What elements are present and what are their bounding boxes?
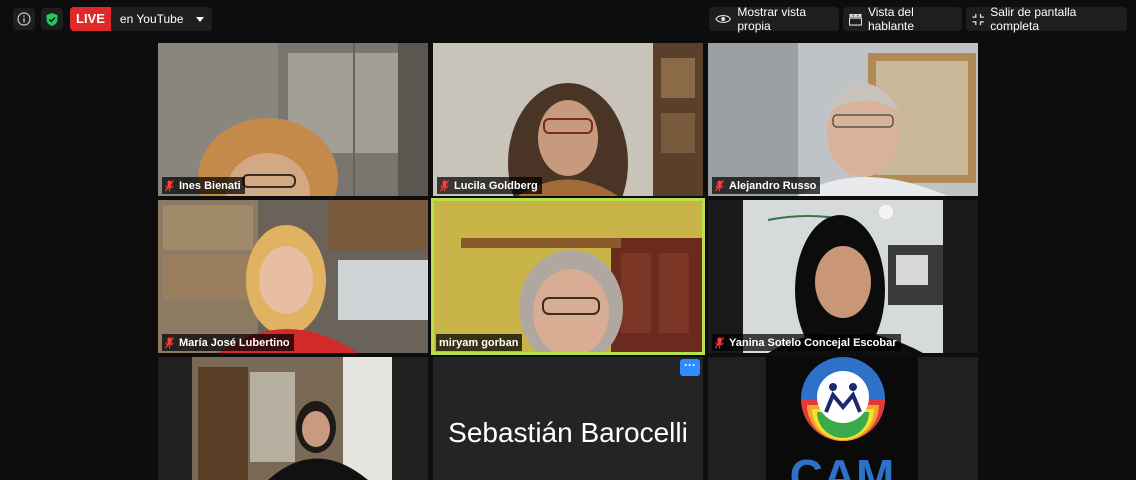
- video-tile-maria-jose-lubertino[interactable]: María José Lubertino: [158, 200, 428, 353]
- video-tile-yanina-sotelo[interactable]: Yanina Sotelo Concejal Escobar: [708, 200, 978, 353]
- live-destination: en YouTube: [119, 12, 184, 26]
- participant-name-label: Ines Bienati: [162, 177, 245, 194]
- chevron-down-icon: [195, 16, 204, 22]
- info-icon[interactable]: [13, 8, 35, 30]
- exit-fullscreen-icon: [972, 13, 984, 25]
- mic-muted-icon: [715, 179, 724, 191]
- speaker-view-button[interactable]: Vista del hablante: [843, 5, 962, 33]
- participant-name-label: Alejandro Russo: [712, 177, 821, 194]
- video-tile-lucila-goldberg[interactable]: Lucila Goldberg: [433, 43, 703, 196]
- participant-video: [708, 200, 978, 353]
- mic-muted-icon: [165, 179, 174, 191]
- eye-icon: [715, 15, 732, 23]
- participant-name-display: Sebastián Barocelli: [448, 417, 688, 448]
- mic-muted-icon: [165, 336, 174, 348]
- speaker-view-icon: [849, 13, 862, 26]
- meeting-top-bar: LIVE en YouTube Mostrar vista propia Vis…: [0, 0, 1136, 40]
- security-shield-icon[interactable]: [41, 8, 63, 30]
- show-own-view-label: Mostrar vista propia: [737, 5, 807, 33]
- speaker-view-label: Vista del hablante: [867, 5, 914, 33]
- cam-logo-text: CAM: [789, 450, 895, 480]
- participant-name-label: María José Lubertino: [162, 334, 294, 351]
- mic-muted-icon: [440, 179, 449, 191]
- show-own-view-button[interactable]: Mostrar vista propia: [709, 5, 839, 33]
- video-tile-miryam-gorban[interactable]: miryam gorban: [431, 198, 705, 355]
- participant-name-label: Yanina Sotelo Concejal Escobar: [712, 334, 901, 351]
- exit-fullscreen-label: Salir de pantalla completa: [990, 5, 1077, 33]
- participant-video: [158, 43, 428, 196]
- mic-muted-icon: [715, 336, 724, 348]
- participant-video: [433, 43, 703, 196]
- participant-name-label: miryam gorban: [436, 334, 523, 351]
- video-tile-ines-bienati[interactable]: Ines Bienati: [158, 43, 428, 196]
- video-tile-sebastian-barocelli[interactable]: Sebastián Barocelli ···: [433, 357, 703, 480]
- exit-fullscreen-button[interactable]: Salir de pantalla completa: [966, 5, 1127, 33]
- participant-video: [158, 200, 428, 353]
- participant-video: [192, 357, 392, 480]
- video-tile-participant-7[interactable]: [158, 357, 428, 480]
- live-badge: LIVE: [70, 7, 111, 31]
- participant-name-label: Lucila Goldberg: [437, 177, 542, 194]
- more-options-button[interactable]: ···: [680, 359, 700, 376]
- video-tile-alejandro-russo[interactable]: Alejandro Russo: [708, 43, 978, 196]
- participant-video: [431, 198, 705, 355]
- live-stream-dropdown[interactable]: LIVE en YouTube: [70, 7, 212, 31]
- video-tile-cam[interactable]: CAM: [708, 357, 978, 480]
- participant-video: [708, 43, 978, 196]
